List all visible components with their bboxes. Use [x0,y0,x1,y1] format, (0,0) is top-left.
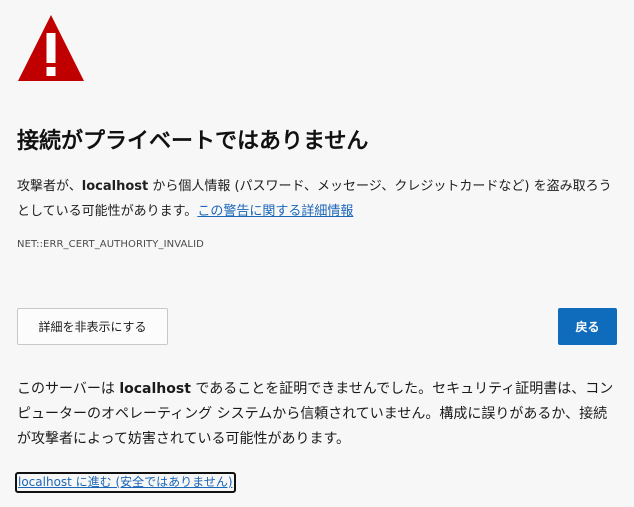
warning-description: 攻撃者が、localhost から個人情報 (パスワード、メッセージ、クレジット… [17,174,617,224]
learn-more-link[interactable]: この警告に関する詳細情報 [197,204,353,219]
description-host: localhost [81,179,149,194]
page-title: 接続がプライベートではありません [17,129,369,154]
details-text: このサーバーは localhost であることを証明できませんでした。セキュリテ… [17,377,617,452]
description-prefix: 攻撃者が、 [17,179,82,194]
details-prefix: このサーバーは [17,381,120,397]
interstitial-page: 接続がプライベートではありません 攻撃者が、localhost から個人情報 (… [0,0,634,507]
proceed-unsafe-link[interactable]: localhost に進む (安全ではありません) [15,472,236,493]
hide-details-button[interactable]: 詳細を非表示にする [17,308,168,345]
details-host: localhost [119,381,191,397]
warning-triangle-icon [18,15,84,81]
back-button[interactable]: 戻る [558,308,617,345]
error-code: NET::ERR_CERT_AUTHORITY_INVALID [17,239,204,250]
